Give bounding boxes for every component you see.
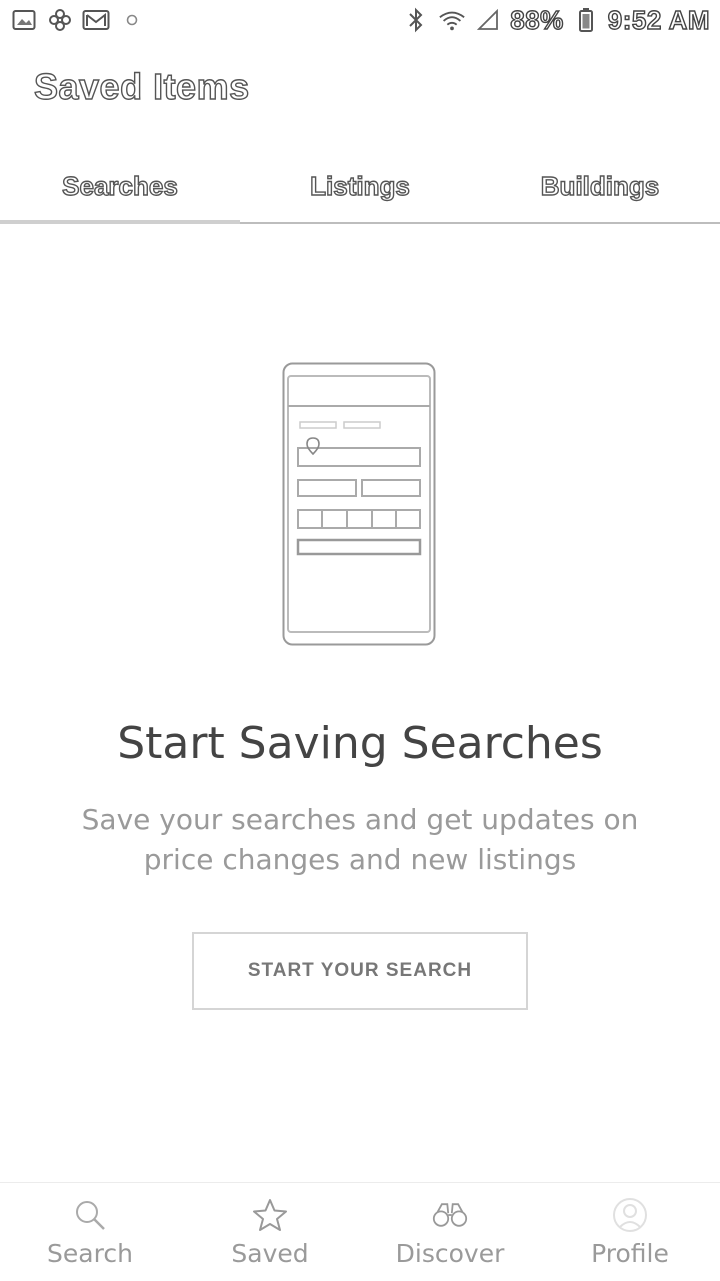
status-right-icons: 88% 9:52 AM <box>402 4 710 36</box>
nav-item-discover[interactable]: Discover <box>360 1183 540 1281</box>
nav-label-profile: Profile <box>591 1239 669 1268</box>
pinwheel-icon <box>46 6 74 34</box>
phone-search-form-illustration <box>282 362 436 646</box>
nav-label-search: Search <box>47 1239 133 1268</box>
magnifier-icon <box>72 1197 108 1233</box>
image-icon <box>10 6 38 34</box>
tab-bar: Searches Listings Buildings <box>0 150 720 224</box>
nav-item-saved[interactable]: Saved <box>180 1183 360 1281</box>
tab-searches[interactable]: Searches <box>0 150 240 224</box>
signal-icon <box>474 6 502 34</box>
empty-state-subtitle: Save your searches and get updates on pr… <box>81 803 639 876</box>
status-bar: 88% 9:52 AM <box>0 0 720 40</box>
empty-state-headline: Start Saving Searches <box>117 718 603 769</box>
status-left-icons <box>10 6 146 34</box>
tab-listings[interactable]: Listings <box>240 150 480 222</box>
battery-icon <box>572 6 600 34</box>
battery-percentage: 88% <box>510 4 564 35</box>
dot-icon <box>118 6 146 34</box>
bluetooth-icon <box>402 6 430 34</box>
start-your-search-button[interactable]: START YOUR SEARCH <box>192 932 528 1010</box>
mail-icon <box>82 6 110 34</box>
star-icon <box>252 1197 288 1233</box>
nav-item-search[interactable]: Search <box>0 1183 180 1281</box>
bottom-nav: Search Saved Discover Profile <box>0 1182 720 1281</box>
nav-item-profile[interactable]: Profile <box>540 1183 720 1281</box>
page-title: Saved Items <box>33 65 250 107</box>
nav-label-discover: Discover <box>395 1239 505 1268</box>
tab-buildings[interactable]: Buildings <box>480 150 720 222</box>
clock: 9:52 AM <box>607 4 710 35</box>
nav-label-saved: Saved <box>231 1239 309 1268</box>
profile-icon <box>612 1197 648 1233</box>
binoculars-icon <box>432 1197 468 1233</box>
wifi-icon <box>438 6 466 34</box>
